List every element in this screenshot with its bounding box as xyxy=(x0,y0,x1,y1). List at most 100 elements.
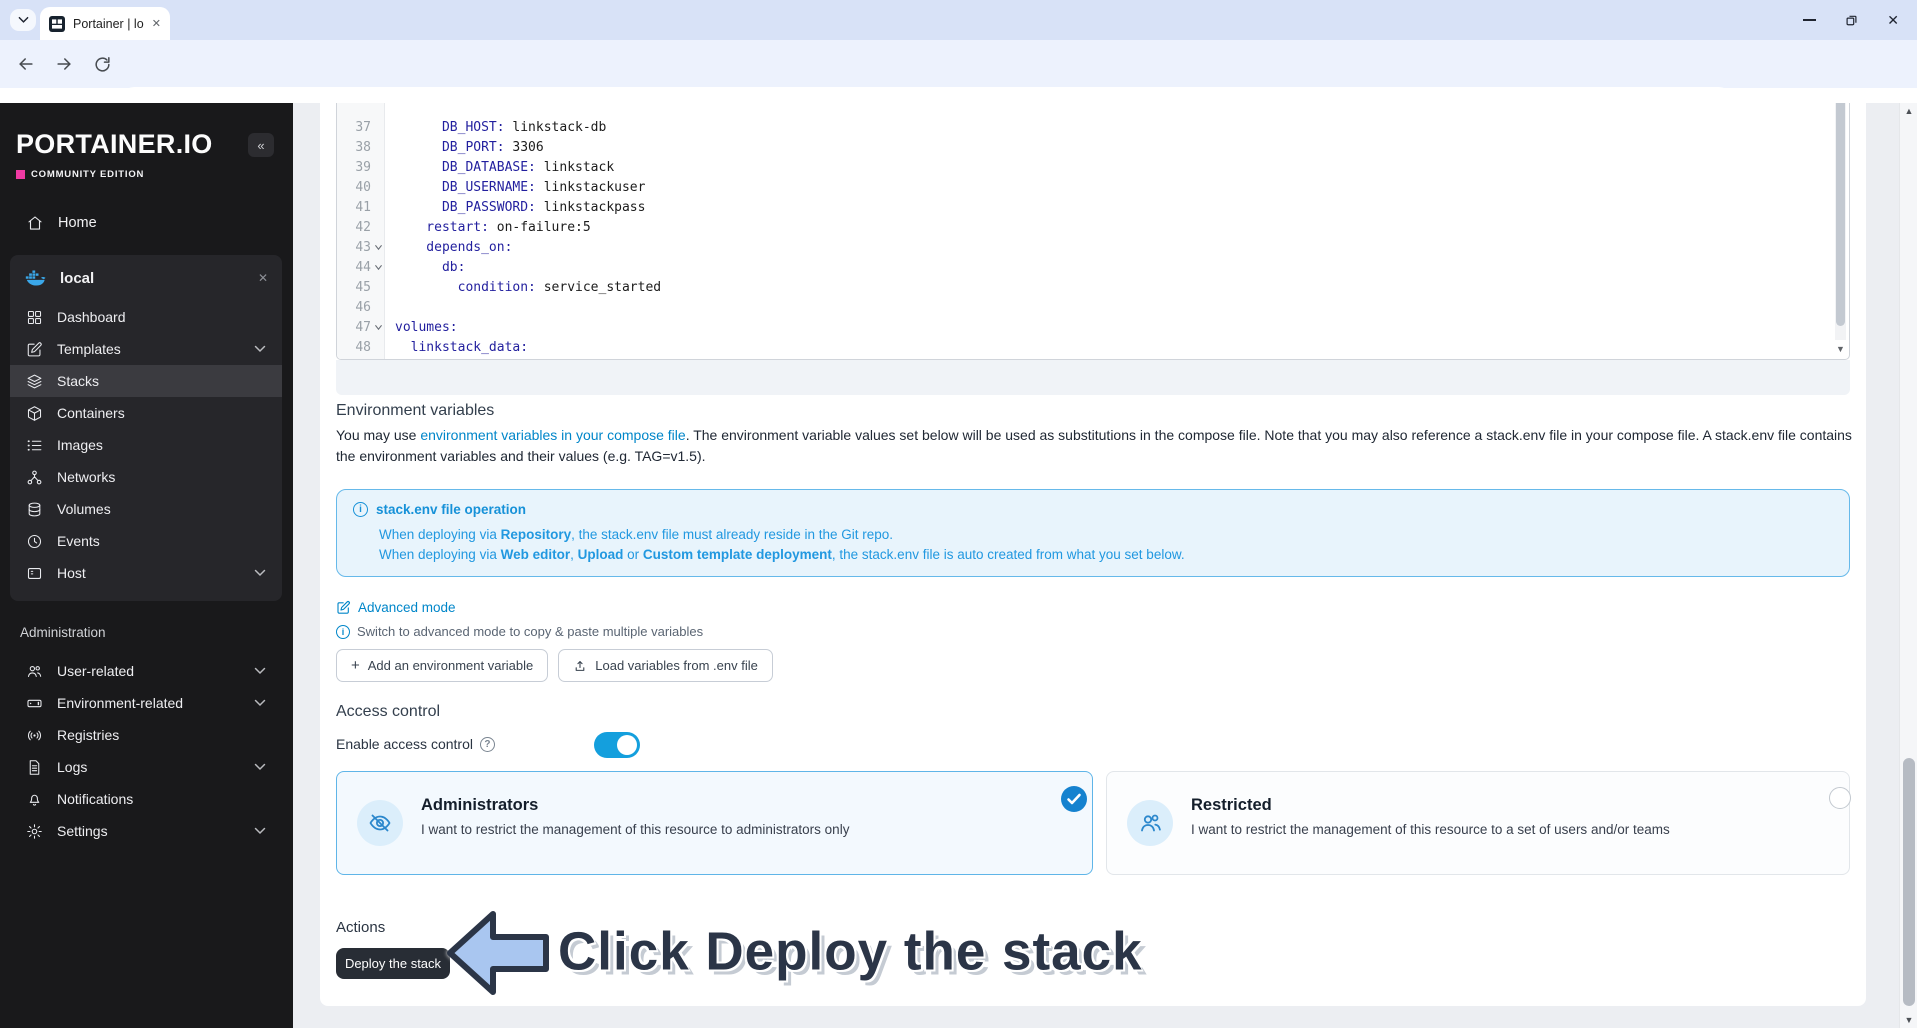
window-restore-icon[interactable] xyxy=(1846,15,1857,26)
advanced-mode-link[interactable]: Advanced mode xyxy=(358,600,456,615)
tab-search-button[interactable] xyxy=(10,9,36,31)
sidebar-item-networks[interactable]: Networks xyxy=(10,461,282,493)
access-option-administrators[interactable]: Administrators I want to restrict the ma… xyxy=(336,771,1093,875)
window-minimize-icon[interactable] xyxy=(1803,19,1817,21)
gear-icon xyxy=(27,823,42,839)
sidebar-item-containers[interactable]: Containers xyxy=(10,397,282,429)
browser-titlebar: Portainer | lo ✕ ✕ xyxy=(0,0,1917,40)
unselected-radio[interactable] xyxy=(1829,787,1851,809)
browser-tab[interactable]: Portainer | lo ✕ xyxy=(40,7,170,40)
enable-access-control-toggle[interactable] xyxy=(594,732,640,758)
access-option-restricted[interactable]: Restricted I want to restrict the manage… xyxy=(1106,771,1851,875)
scroll-down-icon[interactable]: ▼ xyxy=(1900,1015,1917,1025)
edit-pencil-icon xyxy=(337,601,350,614)
tab-title: Portainer | lo xyxy=(73,16,144,31)
yaml-key: volumes: xyxy=(395,319,458,335)
fold-chevron-icon[interactable] xyxy=(374,244,383,251)
sidebar-item-home[interactable]: Home xyxy=(26,206,266,240)
sidebar: PORTAINER.IO « COMMUNITY EDITION Home lo… xyxy=(0,103,293,1028)
dashboard-icon xyxy=(27,310,42,324)
fold-chevron-icon[interactable] xyxy=(374,264,383,271)
environment-variable-buttons: + Add an environment variable Load varia… xyxy=(336,649,773,682)
portainer-favicon-icon xyxy=(49,15,65,32)
advanced-mode-row: Advanced mode xyxy=(336,600,456,615)
yaml-value: 3306 xyxy=(504,139,544,155)
home-icon xyxy=(28,216,42,230)
environment-variables-heading: Environment variables xyxy=(336,402,495,419)
line-number: 37 xyxy=(355,119,371,135)
editor-scroll-down-icon[interactable]: ▼ xyxy=(1835,344,1846,354)
window-close-icon[interactable]: ✕ xyxy=(1887,13,1899,27)
sidebar-item-notifications[interactable]: Notifications xyxy=(10,783,282,815)
code-line: 42 restart: on-failure:5 xyxy=(337,217,1849,237)
restricted-icon-circle xyxy=(1127,800,1173,846)
help-question-icon[interactable]: ? xyxy=(479,736,495,752)
editor-scrollbar-thumb[interactable] xyxy=(1836,103,1845,326)
sidebar-item-label: Settings xyxy=(57,823,108,839)
sidebar-item-label: Dashboard xyxy=(57,309,126,325)
sidebar-item-label: Logs xyxy=(57,759,88,775)
sidebar-collapse-button[interactable]: « xyxy=(248,133,274,157)
sidebar-item-settings[interactable]: Settings xyxy=(10,815,282,847)
line-number: 39 xyxy=(355,159,371,175)
deploy-the-stack-button[interactable]: Deploy the stack xyxy=(336,948,450,979)
selected-check-icon[interactable] xyxy=(1061,786,1087,812)
environment-group: local ✕ Dashboard Templates Stacks Conta… xyxy=(10,255,282,601)
sidebar-item-registries[interactable]: Registries xyxy=(10,719,282,751)
browser-toolbar: ⚠ Not secure 192.168.1.18:9000/#!/2/dock… xyxy=(0,40,1917,120)
sidebar-item-dashboard[interactable]: Dashboard xyxy=(10,301,282,333)
sidebar-item-label: Images xyxy=(57,437,103,453)
yaml-key: DB_PORT: xyxy=(395,139,505,155)
load-variables-from-env-file-button[interactable]: Load variables from .env file xyxy=(558,649,773,682)
forward-button[interactable] xyxy=(52,52,76,76)
sidebar-item-stacks[interactable]: Stacks xyxy=(10,365,282,397)
templates-icon xyxy=(27,341,42,356)
add-environment-variable-button[interactable]: + Add an environment variable xyxy=(336,649,549,682)
portainer-logo[interactable]: PORTAINER.IO xyxy=(16,129,213,160)
yaml-key: linkstack_data: xyxy=(395,339,529,355)
code-line: 39 DB_DATABASE: linkstack xyxy=(337,157,1849,177)
line-number: 45 xyxy=(355,279,371,295)
environment-close-icon[interactable]: ✕ xyxy=(258,271,268,285)
sidebar-item-host[interactable]: Host xyxy=(10,557,282,589)
advanced-mode-hint-row: i Switch to advanced mode to copy & past… xyxy=(336,624,703,639)
yaml-key: depends_on: xyxy=(395,239,513,255)
reload-button[interactable] xyxy=(90,52,114,76)
containers-icon xyxy=(27,405,42,421)
fold-chevron-icon[interactable] xyxy=(374,324,383,331)
page-scrollbar[interactable]: ▲ ▼ xyxy=(1899,103,1917,1028)
code-line: 43 depends_on: xyxy=(337,237,1849,257)
scroll-up-icon[interactable]: ▲ xyxy=(1900,106,1917,116)
sidebar-item-environment-related[interactable]: Environment-related xyxy=(10,687,282,719)
sidebar-item-events[interactable]: Events xyxy=(10,525,282,557)
code-line: 40 DB_USERNAME: linkstackuser xyxy=(337,177,1849,197)
sidebar-item-label: Notifications xyxy=(57,791,134,807)
compose-env-vars-link[interactable]: environment variables in your compose fi… xyxy=(420,427,685,443)
page-scrollbar-thumb[interactable] xyxy=(1903,758,1915,1006)
annotation-arrow-icon xyxy=(447,911,549,995)
yaml-key: DB_HOST: xyxy=(395,119,505,135)
compose-code-editor[interactable]: 37 DB_HOST: linkstack-db 38 DB_PORT: 330… xyxy=(336,103,1850,360)
events-clock-icon xyxy=(27,534,42,548)
plus-icon: + xyxy=(351,657,360,674)
sidebar-item-images[interactable]: Images xyxy=(10,429,282,461)
main-content-card: 37 DB_HOST: linkstack-db 38 DB_PORT: 330… xyxy=(320,103,1866,1006)
sidebar-item-label: Containers xyxy=(57,405,125,421)
chevron-down-icon xyxy=(254,827,266,835)
info-line-web-editor: When deploying via Web editor, Upload or… xyxy=(379,547,1185,562)
sidebar-item-label: Host xyxy=(57,565,86,581)
line-number: 40 xyxy=(355,179,371,195)
hard-drive-icon xyxy=(27,699,42,707)
tab-close-icon[interactable]: ✕ xyxy=(152,17,161,30)
sidebar-item-templates[interactable]: Templates xyxy=(10,333,282,365)
back-button[interactable] xyxy=(14,52,38,76)
forward-arrow-icon xyxy=(57,58,71,70)
environment-header[interactable]: local ✕ xyxy=(10,255,282,301)
sidebar-item-label: User-related xyxy=(57,663,135,679)
chevron-down-icon xyxy=(254,699,266,707)
sidebar-item-volumes[interactable]: Volumes xyxy=(10,493,282,525)
sidebar-item-logs[interactable]: Logs xyxy=(10,751,282,783)
line-number: 41 xyxy=(355,199,371,215)
administrators-icon-circle xyxy=(357,800,403,846)
sidebar-item-user-related[interactable]: User-related xyxy=(10,655,282,687)
